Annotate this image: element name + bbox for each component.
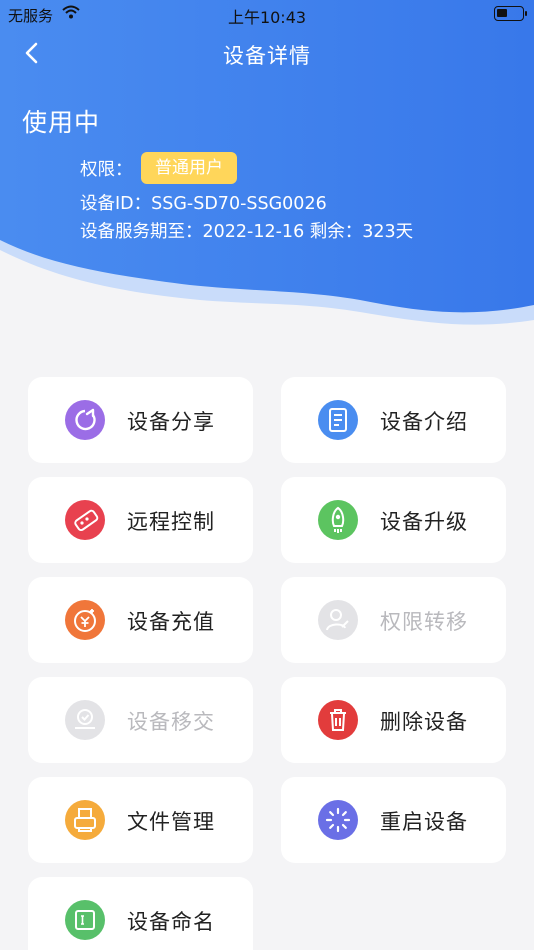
restart-icon [318,800,358,840]
recharge-icon [65,600,105,640]
permission-label: 权限： [80,160,133,180]
user-transfer-icon [318,600,358,640]
action-label: 权限转移 [380,610,468,634]
action-device-recharge[interactable]: 设备充值 [28,577,253,663]
battery-icon [494,6,527,21]
document-icon [318,400,358,440]
share-icon [65,400,105,440]
navigation-bar: 设备详情 [0,30,534,76]
action-label: 设备充值 [127,610,215,634]
status-bar: 无服务 上午10:43 [0,0,534,28]
action-device-intro[interactable]: 设备介绍 [281,377,506,463]
service-expiry: 设备服务期至：2022-12-16 剩余：323天 [80,222,414,242]
action-label: 设备升级 [380,510,468,534]
action-label: 设备命名 [127,910,215,934]
printer-icon [65,800,105,840]
clock-text: 上午10:43 [227,8,307,27]
device-id: 设备ID：SSG-SD70-SSG0026 [80,194,327,214]
action-device-handover[interactable]: 设备移交 [28,677,253,763]
action-label: 设备分享 [127,410,215,434]
page-title: 设备详情 [223,44,311,68]
action-label: 文件管理 [127,810,215,834]
action-label: 远程控制 [127,510,215,534]
trash-icon [318,700,358,740]
action-transfer-permission[interactable]: 权限转移 [281,577,506,663]
action-label: 设备介绍 [380,410,468,434]
action-device-upgrade[interactable]: 设备升级 [281,477,506,563]
rocket-icon [318,500,358,540]
action-label: 重启设备 [380,810,468,834]
action-file-management[interactable]: 文件管理 [28,777,253,863]
action-delete-device[interactable]: 删除设备 [281,677,506,763]
remote-control-icon [65,500,105,540]
action-remote-control[interactable]: 远程控制 [28,477,253,563]
action-label: 删除设备 [380,710,468,734]
action-restart-device[interactable]: 重启设备 [281,777,506,863]
device-state: 使用中 [22,108,101,137]
permission-badge: 普通用户 [141,152,237,184]
action-label: 设备移交 [127,710,215,734]
rename-icon [65,900,105,940]
action-share-device[interactable]: 设备分享 [28,377,253,463]
action-rename-device[interactable]: 设备命名 [28,877,253,950]
handover-icon [65,700,105,740]
